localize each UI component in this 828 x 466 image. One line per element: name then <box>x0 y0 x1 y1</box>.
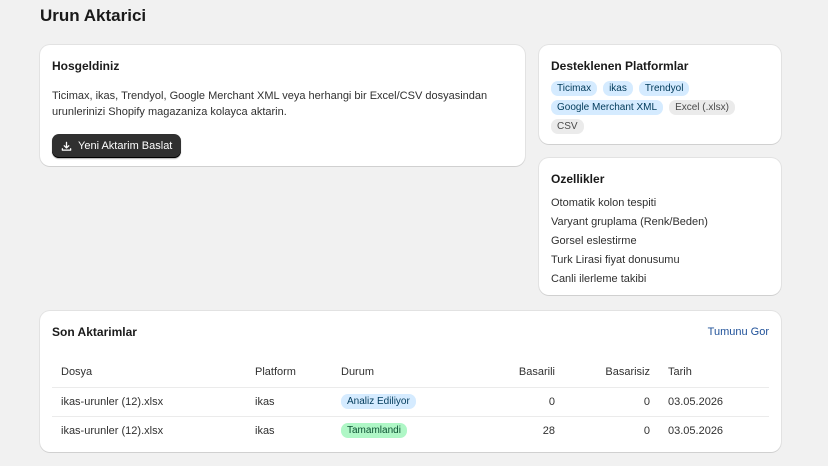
cell-failed: 0 <box>564 415 659 445</box>
cell-success: 0 <box>452 386 564 416</box>
column-header-date: Tarih <box>668 365 692 378</box>
cell-platform: ikas <box>246 386 332 416</box>
table-row[interactable]: ikas-urunler (12).xlsx ikas Tamamlandi 2… <box>52 415 769 445</box>
cell-date: 03.05.2026 <box>659 415 769 445</box>
cell-failed: 0 <box>564 386 659 416</box>
status-badge: Tamamlandi <box>341 423 407 439</box>
platform-badge: ikas <box>603 81 633 96</box>
platform-badge: Google Merchant XML <box>551 100 664 115</box>
new-import-button[interactable]: Yeni Aktarim Baslat <box>52 134 182 158</box>
features-card: Ozellikler Otomatik kolon tespiti Varyan… <box>539 158 781 295</box>
recent-imports-card: Son Aktarimlar Tumunu Gor Dosya Platform… <box>40 311 781 452</box>
column-header-file: Dosya <box>61 365 93 378</box>
feature-item: Turk Lirasi fiyat donusumu <box>551 254 680 266</box>
platforms-title: Desteklenen Platformlar <box>551 59 689 73</box>
cell-date: 03.05.2026 <box>659 386 769 416</box>
view-all-link[interactable]: Tumunu Gor <box>708 326 769 338</box>
column-header-status: Durum <box>341 365 375 378</box>
feature-item: Canli ilerleme takibi <box>551 273 647 285</box>
welcome-title: Hosgeldiniz <box>52 59 120 73</box>
feature-item: Varyant gruplama (Renk/Beden) <box>551 216 708 228</box>
recent-imports-header: Son Aktarimlar Tumunu Gor <box>52 325 769 339</box>
column-header-success: Basarili <box>518 365 555 378</box>
platform-badge: Excel (.xlsx) <box>669 100 735 115</box>
page-title: Urun Aktarici <box>40 6 147 25</box>
recent-imports-title: Son Aktarimlar <box>52 325 137 339</box>
table-header-row: Dosya Platform Durum Basarili Basarisiz … <box>52 357 769 387</box>
platforms-card: Desteklenen Platformlar Ticimax ikas Tre… <box>539 45 781 144</box>
features-title: Ozellikler <box>551 172 605 186</box>
welcome-card: Hosgeldiniz Ticimax, ikas, Trendyol, Goo… <box>40 45 525 166</box>
download-icon <box>61 141 72 151</box>
cell-status: Tamamlandi <box>332 415 452 445</box>
platform-badge: Trendyol <box>638 81 690 96</box>
new-import-button-label: Yeni Aktarim Baslat <box>78 140 173 152</box>
recent-imports-table: Dosya Platform Durum Basarili Basarisiz … <box>52 357 769 445</box>
column-header-platform: Platform <box>255 365 296 378</box>
feature-item: Otomatik kolon tespiti <box>551 197 657 209</box>
platform-badges: Ticimax ikas Trendyol Google Merchant XM… <box>551 81 771 134</box>
column-header-failed: Basarisiz <box>605 365 650 378</box>
cell-file: ikas-urunler (12).xlsx <box>52 415 246 445</box>
status-badge: Analiz Ediliyor <box>341 394 416 409</box>
platform-badge: CSV <box>551 119 584 134</box>
welcome-description: Ticimax, ikas, Trendyol, Google Merchant… <box>52 90 488 118</box>
table-row[interactable]: ikas-urunler (12).xlsx ikas Analiz Edili… <box>52 386 769 416</box>
cell-status: Analiz Ediliyor <box>332 386 452 416</box>
feature-item: Gorsel eslestirme <box>551 235 637 247</box>
cell-platform: ikas <box>246 415 332 445</box>
platform-badge: Ticimax <box>551 81 598 96</box>
cell-success: 28 <box>452 415 564 445</box>
cell-file: ikas-urunler (12).xlsx <box>52 386 246 416</box>
